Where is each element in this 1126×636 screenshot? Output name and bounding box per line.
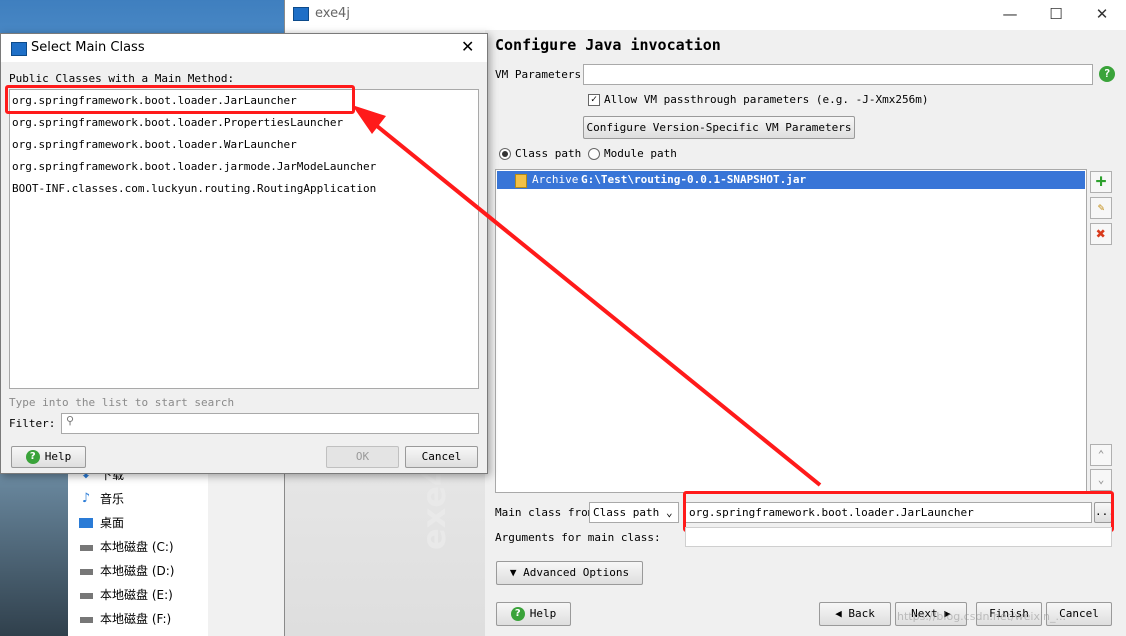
filter-label: Filter:	[9, 417, 56, 430]
maximize-button[interactable]: ☐	[1033, 0, 1079, 30]
explorer-item-desktop[interactable]: 桌面	[79, 512, 124, 534]
music-note-icon: ♪	[81, 491, 91, 506]
dialog-title: Select Main Class	[31, 40, 145, 55]
chevron-down-icon: ⌄	[1097, 473, 1105, 486]
class-path-radio[interactable]	[499, 148, 511, 160]
search-hint: Type into the list to start search	[9, 396, 235, 409]
pencil-icon: ✎	[1097, 201, 1105, 214]
select-main-class-dialog: Select Main Class ✕ Public Classes with …	[0, 33, 488, 474]
close-button[interactable]: ✕	[1079, 0, 1125, 30]
list-item[interactable]: org.springframework.boot.loader.jarmode.…	[12, 156, 376, 178]
help-icon: ?	[510, 607, 525, 621]
chevron-up-icon: ⌃	[1097, 448, 1105, 461]
search-icon: ⚲	[66, 414, 75, 427]
minimize-button[interactable]: —	[987, 0, 1033, 30]
class-list-label: Public Classes with a Main Method:	[9, 72, 235, 85]
main-class-source-value: Class path	[593, 506, 660, 519]
drive-icon	[78, 587, 94, 603]
main-help-button[interactable]: ? Help	[496, 602, 571, 626]
list-item[interactable]: BOOT-INF.classes.com.luckyun.routing.Rou…	[12, 178, 376, 200]
annotation-box-main-class	[683, 491, 1114, 532]
page-title: Configure Java invocation	[495, 36, 721, 54]
advanced-options-button[interactable]: ▼ Advanced Options	[496, 561, 643, 585]
back-button[interactable]: ◀ Back	[819, 602, 891, 626]
main-class-source-select[interactable]: Class path ⌄	[589, 502, 679, 523]
allow-passthrough-label: Allow VM passthrough parameters (e.g. -J…	[604, 93, 929, 106]
edit-entry-button[interactable]: ✎	[1090, 197, 1112, 219]
arguments-label: Arguments for main class:	[495, 531, 661, 544]
dialog-close-button[interactable]: ✕	[461, 37, 474, 56]
move-down-button[interactable]: ⌄	[1090, 469, 1112, 491]
delete-x-icon: ✖	[1096, 224, 1106, 243]
drive-icon	[78, 563, 94, 579]
arguments-input[interactable]	[685, 527, 1112, 547]
move-up-button[interactable]: ⌃	[1090, 444, 1112, 466]
file-explorer-nav: ⬇ 下载 ♪ 音乐 桌面 本地磁盘 (C:) 本地磁盘 (D:) 本地磁盘 (E…	[68, 467, 209, 636]
drive-icon	[78, 611, 94, 627]
plus-icon: +	[1095, 171, 1107, 192]
help-icon: ?	[25, 450, 40, 464]
help-icon[interactable]: ?	[1099, 66, 1115, 82]
main-class-from-label: Main class from	[495, 506, 595, 519]
dialog-cancel-button[interactable]: Cancel	[405, 446, 478, 468]
triangle-left-icon: ◀	[835, 607, 842, 620]
class-path-label: Class path	[515, 147, 582, 160]
triangle-down-icon: ▼	[509, 566, 517, 579]
classpath-entry-type: Archive	[532, 173, 579, 186]
module-path-radio[interactable]	[588, 148, 600, 160]
annotation-box-jarlauncher	[5, 85, 355, 114]
vm-parameters-input[interactable]	[583, 64, 1093, 85]
remove-entry-button[interactable]: ✖	[1090, 223, 1112, 245]
wallpaper-photo	[0, 470, 70, 636]
explorer-item-drive-c[interactable]: 本地磁盘 (C:)	[79, 536, 174, 558]
watermark: https://blog.csdn.net/weixin_...	[897, 610, 1067, 623]
classpath-entry[interactable]: Archive G:\Test\routing-0.0.1-SNAPSHOT.j…	[497, 171, 1085, 189]
chevron-down-icon: ⌄	[666, 506, 673, 519]
window-titlebar: exe4j — ☐ ✕	[285, 0, 1126, 30]
classpath-list[interactable]: Archive G:\Test\routing-0.0.1-SNAPSHOT.j…	[495, 169, 1087, 493]
explorer-content-area	[208, 470, 284, 636]
explorer-item-drive-d[interactable]: 本地磁盘 (D:)	[79, 560, 174, 582]
app-icon	[293, 7, 309, 21]
ok-button[interactable]: OK	[326, 446, 399, 468]
desktop-icon	[78, 515, 94, 531]
explorer-item-drive-e[interactable]: 本地磁盘 (E:)	[79, 584, 173, 606]
module-path-label: Module path	[604, 147, 677, 160]
dialog-help-button[interactable]: ? Help	[11, 446, 86, 468]
window-title: exe4j	[315, 6, 350, 21]
app-icon	[11, 42, 27, 56]
configure-version-specific-button[interactable]: Configure Version-Specific VM Parameters	[583, 116, 855, 139]
wizard-content: Configure Java invocation VM Parameters:…	[485, 30, 1126, 636]
list-item[interactable]: org.springframework.boot.loader.WarLaunc…	[12, 134, 297, 156]
main-class-list[interactable]: org.springframework.boot.loader.JarLaunc…	[9, 89, 479, 389]
dialog-titlebar: Select Main Class ✕	[1, 34, 487, 62]
filter-input[interactable]	[61, 413, 479, 434]
explorer-item-drive-f[interactable]: 本地磁盘 (F:)	[79, 608, 171, 630]
allow-passthrough-checkbox[interactable]: ✓	[588, 94, 600, 106]
vm-parameters-label: VM Parameters:	[495, 68, 588, 81]
list-item[interactable]: org.springframework.boot.loader.Properti…	[12, 112, 343, 134]
add-entry-button[interactable]: +	[1090, 171, 1112, 193]
jar-archive-icon	[515, 174, 527, 188]
drive-icon	[78, 539, 94, 555]
explorer-item-music[interactable]: ♪ 音乐	[82, 488, 124, 510]
classpath-entry-path: G:\Test\routing-0.0.1-SNAPSHOT.jar	[581, 173, 807, 186]
